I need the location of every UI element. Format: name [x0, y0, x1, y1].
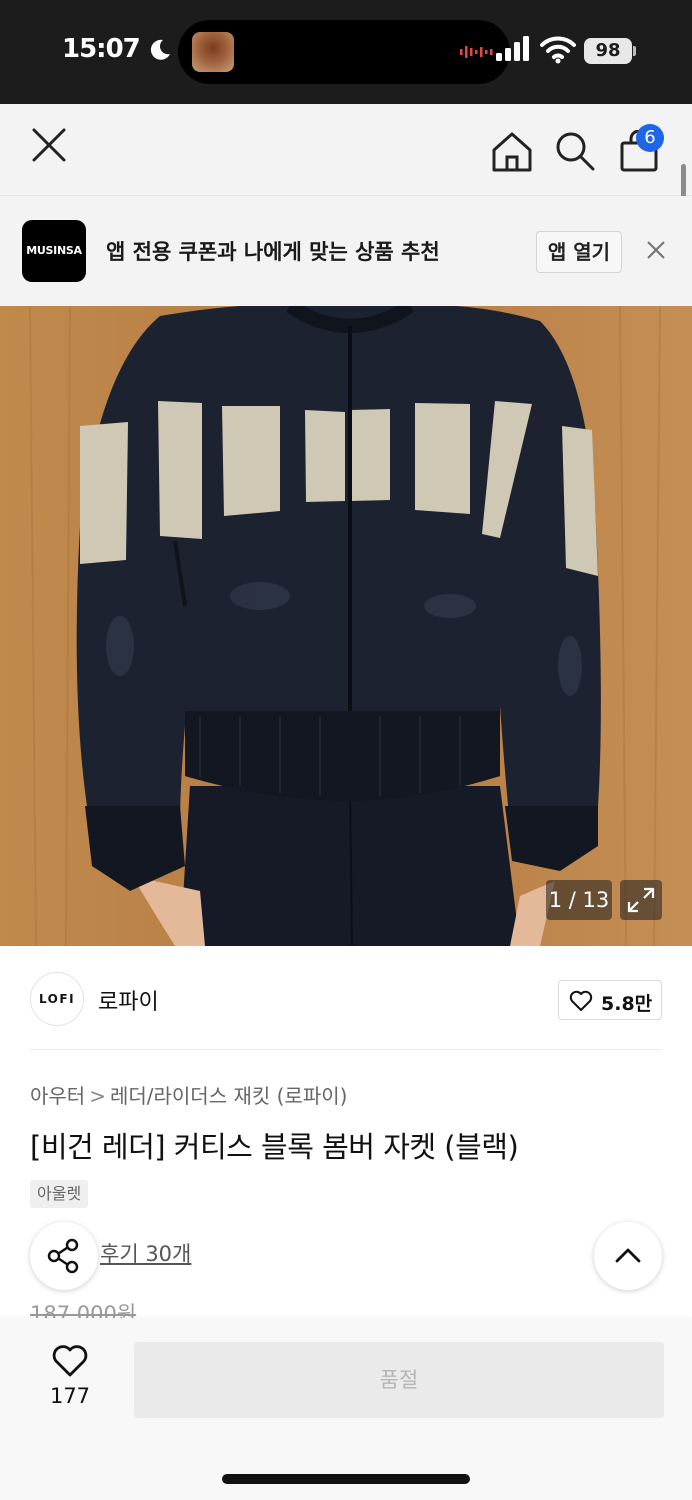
app-promo-banner: MUSINSA 앱 전용 쿠폰과 나에게 맞는 상품 추천 앱 열기	[0, 196, 692, 306]
banner-message: 앱 전용 쿠폰과 나에게 맞는 상품 추천	[106, 240, 440, 264]
cellular-signal-icon	[496, 36, 529, 61]
image-counter: 1 / 13	[546, 880, 612, 920]
status-time: 15:07	[62, 34, 141, 64]
product-title: [비건 레더] 커티스 블록 봄버 자켓 (블랙)	[30, 1130, 519, 1164]
wifi-icon	[540, 36, 576, 64]
brand-logo[interactable]: LOFI	[30, 972, 84, 1026]
brand-like-button[interactable]: 5.8만	[558, 980, 662, 1020]
search-icon[interactable]	[554, 130, 596, 172]
home-indicator[interactable]	[222, 1474, 470, 1484]
open-app-button[interactable]: 앱 열기	[536, 231, 622, 273]
divider	[30, 1049, 662, 1050]
review-link[interactable]: 후기 30개	[100, 1238, 191, 1268]
soldout-button: 품절	[134, 1342, 664, 1418]
close-banner-icon[interactable]	[644, 238, 668, 262]
battery-indicator: 98	[584, 38, 632, 64]
expand-icon	[627, 887, 655, 913]
product-photo	[0, 306, 692, 946]
close-icon[interactable]	[30, 124, 70, 168]
battery-tip	[633, 46, 636, 56]
breadcrumb: 아우터 > 레더/라이더스 재킷 (로파이)	[30, 1080, 347, 1109]
cart-count-badge: 6	[636, 124, 664, 152]
status-bar: 15:07 98	[0, 0, 692, 104]
chevron-up-icon	[615, 1248, 641, 1263]
brand-like-count: 5.8만	[601, 993, 653, 1015]
product-image-gallery[interactable]	[0, 306, 692, 946]
expand-image-button[interactable]	[620, 880, 662, 920]
home-icon[interactable]	[490, 130, 534, 174]
top-nav	[0, 104, 692, 196]
breadcrumb-item-category[interactable]: 아우터	[30, 1084, 85, 1108]
chevron-right-icon: >	[89, 1084, 106, 1108]
wishlist-count: 177	[49, 1384, 91, 1408]
breadcrumb-item-subcategory[interactable]: 레더/라이더스 재킷 (로파이)	[110, 1084, 347, 1108]
brand-name[interactable]: 로파이	[98, 984, 159, 1016]
moon-icon	[150, 39, 170, 60]
now-playing-thumbnail	[192, 32, 234, 72]
musinsa-logo: MUSINSA	[22, 220, 86, 282]
brand-row: LOFI 로파이 5.8만	[0, 946, 692, 1050]
dynamic-island[interactable]	[178, 20, 510, 84]
share-button[interactable]	[30, 1222, 98, 1290]
heart-icon	[569, 990, 593, 1011]
audio-wave-icon	[460, 46, 493, 58]
scroll-top-button[interactable]	[594, 1222, 662, 1290]
wishlist-heart-icon[interactable]	[52, 1344, 88, 1378]
share-icon	[47, 1238, 79, 1274]
outlet-tag: 아울렛	[30, 1180, 89, 1208]
